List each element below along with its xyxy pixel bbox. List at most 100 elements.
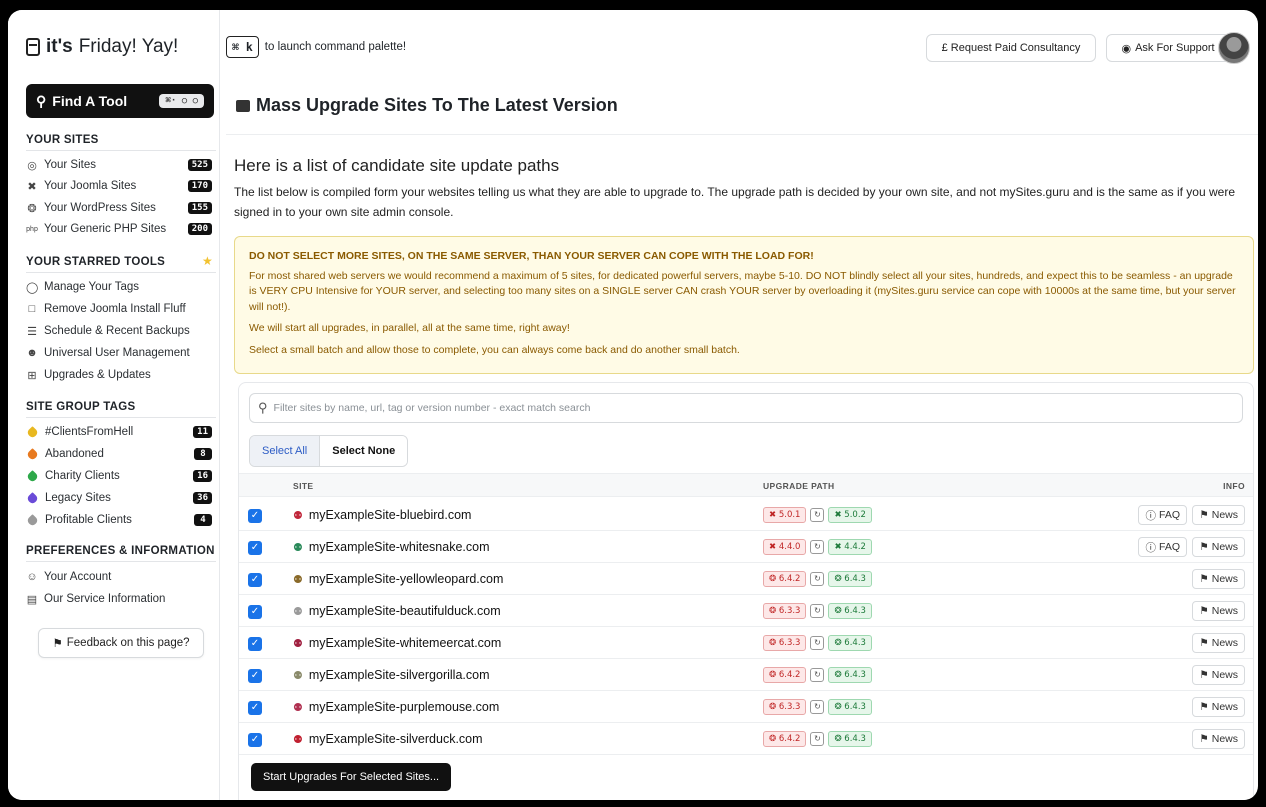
- request-consultancy-button[interactable]: £ Request Paid Consultancy: [926, 34, 1096, 62]
- faq-button[interactable]: ⓘ FAQ: [1138, 537, 1187, 557]
- main-content: Mass Upgrade Sites To The Latest Version…: [220, 68, 1258, 800]
- page-title-text: Mass Upgrade Sites To The Latest Version: [256, 95, 618, 115]
- sidebar-item-upgrades[interactable]: ⊞ Upgrades & Updates: [26, 365, 212, 385]
- news-label: News: [1211, 637, 1238, 649]
- cup-icon: [26, 38, 40, 56]
- news-button[interactable]: ⚑ News: [1192, 697, 1245, 717]
- sidebar-item-label: Charity Clients: [45, 470, 120, 482]
- php-icon: php: [26, 225, 38, 233]
- current-version: 6.4.2: [778, 574, 801, 584]
- news-button[interactable]: ⚑ News: [1192, 601, 1245, 621]
- select-none-button[interactable]: Select None: [319, 436, 408, 466]
- table-row[interactable]: ✓ ⚉ myExampleSite-whitemeercat.com ❂ 6.3.3 ↻…: [239, 627, 1253, 659]
- row-checkbox[interactable]: ✓: [248, 605, 262, 619]
- news-label: News: [1211, 509, 1238, 521]
- site-favicon-icon: ⚉: [293, 669, 303, 682]
- site-name-text: myExampleSite-whitesnake.com: [308, 540, 490, 554]
- upgrade-arrow-icon: ↻: [810, 540, 825, 554]
- warning-text: For most shared web servers we would rec…: [249, 269, 1236, 313]
- news-label: News: [1211, 701, 1238, 713]
- sidebar-item-label: Our Service Information: [44, 593, 166, 605]
- feedback-button[interactable]: ⚑ Feedback on this page?: [38, 628, 204, 658]
- sidebar-item-tag-legacy[interactable]: Legacy Sites 36: [26, 488, 212, 508]
- start-upgrades-button[interactable]: Start Upgrades For Selected Sites...: [251, 763, 452, 791]
- ask-support-button[interactable]: ◉ Ask For Support: [1106, 34, 1230, 62]
- support-icon: ◉: [1121, 42, 1132, 55]
- row-checkbox[interactable]: ✓: [248, 573, 262, 587]
- count-badge: 4: [194, 514, 212, 526]
- avatar[interactable]: [1218, 32, 1250, 64]
- current-version-badge: ❂ 6.3.3: [763, 603, 807, 619]
- site-favicon-icon: ⚉: [293, 541, 303, 554]
- megaphone-icon: ⚑: [1199, 541, 1209, 553]
- table-row[interactable]: ✓ ⚉ myExampleSite-beautifulduck.com ❂ 6.3.3…: [239, 595, 1253, 627]
- row-checkbox[interactable]: ✓: [248, 701, 262, 715]
- target-version-badge: ❂ 6.4.3: [828, 603, 872, 619]
- row-checkbox[interactable]: ✓: [248, 509, 262, 523]
- current-version-badge: ❂ 6.3.3: [763, 635, 807, 651]
- sidebar-item-tag-abandoned[interactable]: Abandoned 8: [26, 444, 212, 464]
- sidebar-item-tag-charity[interactable]: Charity Clients 16: [26, 466, 212, 486]
- news-button[interactable]: ⚑ News: [1192, 729, 1245, 749]
- news-button[interactable]: ⚑ News: [1192, 537, 1245, 557]
- table-row[interactable]: ✓ ⚉ myExampleSite-whitesnake.com ✖ 4.4.0 ↻ ✖ …: [239, 531, 1253, 563]
- sidebar-item-php-sites[interactable]: php Your Generic PHP Sites 200: [26, 219, 212, 239]
- site-name[interactable]: ⚉ myExampleSite-whitesnake.com: [293, 540, 490, 554]
- current-version-badge: ✖ 5.0.1: [763, 507, 807, 523]
- row-checkbox[interactable]: ✓: [248, 541, 262, 555]
- megaphone-icon: ⚑: [1199, 605, 1209, 617]
- target-version-badge: ✖ 4.4.2: [828, 539, 872, 555]
- row-checkbox[interactable]: ✓: [248, 637, 262, 651]
- sidebar-item-backups[interactable]: ☰ Schedule & Recent Backups: [26, 321, 212, 341]
- site-name[interactable]: ⚉ myExampleSite-bluebird.com: [293, 508, 471, 522]
- feedback-label: Feedback on this page?: [66, 637, 190, 649]
- joomla-icon: ✖: [769, 542, 777, 552]
- site-name[interactable]: ⚉ myExampleSite-silverduck.com: [293, 732, 483, 746]
- sidebar-item-user-management[interactable]: ☻ Universal User Management: [26, 343, 212, 363]
- table-row[interactable]: ✓ ⚉ myExampleSite-yellowleopard.com ❂ 6.4.2…: [239, 563, 1253, 595]
- sidebar-item-tag-profitable[interactable]: Profitable Clients 4: [26, 510, 212, 530]
- count-badge: 155: [187, 202, 212, 214]
- upgrade-arrow-icon: ↻: [810, 508, 825, 522]
- filter-input[interactable]: ⚲ Filter sites by name, url, tag or vers…: [249, 393, 1243, 423]
- upgrade-path: ❂ 6.4.2 ↻ ❂ 6.4.3: [763, 667, 872, 683]
- tag-icon: [26, 425, 39, 439]
- sidebar-item-wordpress-sites[interactable]: ❂ Your WordPress Sites 155: [26, 198, 212, 218]
- site-name[interactable]: ⚉ myExampleSite-purplemouse.com: [293, 700, 499, 714]
- sidebar-item-account[interactable]: ☺ Your Account: [26, 567, 212, 587]
- table-row[interactable]: ✓ ⚉ myExampleSite-silverduck.com ❂ 6.4.2 ↻ ❂ …: [239, 723, 1253, 755]
- row-checkbox[interactable]: ✓: [248, 669, 262, 683]
- sidebar-item-remove-fluff[interactable]: □ Remove Joomla Install Fluff: [26, 299, 212, 319]
- news-button[interactable]: ⚑ News: [1192, 633, 1245, 653]
- faq-button[interactable]: ⓘ FAQ: [1138, 505, 1187, 525]
- target-version: 6.4.3: [844, 734, 866, 744]
- table-row[interactable]: ✓ ⚉ myExampleSite-purplemouse.com ❂ 6.3.3 ↻ ❂…: [239, 691, 1253, 723]
- site-name[interactable]: ⚉ myExampleSite-yellowleopard.com: [293, 572, 503, 586]
- table-row[interactable]: ✓ ⚉ myExampleSite-bluebird.com ✖ 5.0.1 ↻ ✖ 5.…: [239, 499, 1253, 531]
- site-name[interactable]: ⚉ myExampleSite-whitemeercat.com: [293, 636, 501, 650]
- row-checkbox[interactable]: ✓: [248, 733, 262, 747]
- site-name[interactable]: ⚉ myExampleSite-silvergorilla.com: [293, 668, 489, 682]
- sidebar: it's Friday! Yay! ⚲ Find A Tool ⌘· ○ ○ Y…: [8, 10, 220, 800]
- sidebar-item-manage-tags[interactable]: ◯ Manage Your Tags: [26, 277, 212, 297]
- wordpress-icon: ❂: [769, 574, 777, 584]
- sidebar-item-joomla-sites[interactable]: ✖ Your Joomla Sites 170: [26, 176, 212, 196]
- brand[interactable]: it's Friday! Yay!: [26, 36, 178, 58]
- select-all-button[interactable]: Select All: [250, 436, 320, 466]
- megaphone-icon: ⚑: [1199, 509, 1209, 521]
- upgrade-arrow-icon: ↻: [810, 604, 825, 618]
- upgrade-path: ❂ 6.3.3 ↻ ❂ 6.4.3: [763, 635, 872, 651]
- news-button[interactable]: ⚑ News: [1192, 569, 1245, 589]
- sidebar-item-service-info[interactable]: ▤ Our Service Information: [26, 589, 212, 609]
- find-tool-button[interactable]: ⚲ Find A Tool ⌘· ○ ○: [26, 84, 214, 118]
- sidebar-item-your-sites[interactable]: ◎ Your Sites 525: [26, 155, 212, 175]
- news-button[interactable]: ⚑ News: [1192, 665, 1245, 685]
- news-button[interactable]: ⚑ News: [1192, 505, 1245, 525]
- site-name[interactable]: ⚉ myExampleSite-beautifulduck.com: [293, 604, 501, 618]
- count-badge: 8: [194, 448, 212, 460]
- sidebar-item-label: Schedule & Recent Backups: [44, 325, 190, 337]
- sidebar-item-label: Your Account: [44, 571, 112, 583]
- table-row[interactable]: ✓ ⚉ myExampleSite-silvergorilla.com ❂ 6.4.2…: [239, 659, 1253, 691]
- sidebar-item-tag-clientsfromhell[interactable]: #ClientsFromHell 11: [26, 422, 212, 442]
- command-palette-hint[interactable]: ⌘ k to launch command palette!: [226, 36, 406, 58]
